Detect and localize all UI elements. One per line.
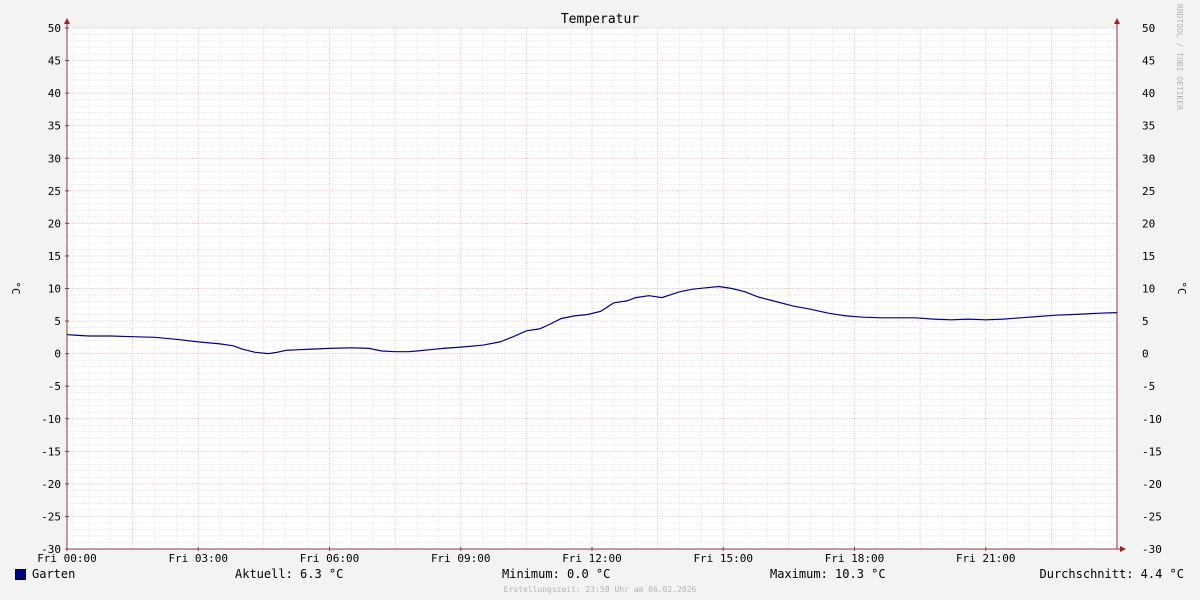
y-tick-label-left: 30 [48, 152, 61, 165]
credit-text: RRDTOOL / TOBI OETIKER [1175, 4, 1184, 110]
legend-durchschnitt: Durchschnitt: 4.4 °C [1039, 567, 1185, 581]
y-tick-label-right: 50 [1142, 22, 1155, 35]
temperature-chart: 50 5045 4540 4035 3530 3025 2520 2015 1510 105 50 0… [9, 12, 1188, 565]
y-tick-label-right: 35 [1142, 120, 1155, 133]
legend-maximum: Maximum: 10.3 °C [770, 567, 886, 581]
x-tick-label: Fri 18:00 [825, 552, 885, 565]
y-tick-label-right: 45 [1142, 55, 1155, 68]
y-tick-label-right: 10 [1142, 283, 1155, 296]
legend-aktuell: Aktuell: 6.3 °C [235, 567, 344, 581]
y-tick-label-right: -20 [1142, 478, 1162, 491]
y-axis-arrow-right [1114, 18, 1120, 24]
x-tick-label: Fri 21:00 [956, 552, 1016, 565]
rrdtool-credit: RRDTOOL / TOBI OETIKER [1175, 4, 1196, 204]
y-tick-label-right: 20 [1142, 217, 1155, 230]
y-tick-label-left: 40 [48, 87, 61, 100]
y-tick-label-left: -10 [41, 413, 61, 426]
y-tick-label-right: -25 [1142, 510, 1162, 523]
y-tick-label-right: 30 [1142, 152, 1155, 165]
x-tick-label: Fri 09:00 [431, 552, 491, 565]
y-tick-label-left: 50 [48, 22, 61, 35]
y-axis-arrow-left [64, 18, 70, 24]
y-tick-label-left: 0 [54, 348, 61, 361]
x-tick-label: Fri 06:00 [300, 552, 360, 565]
x-tick-label: Fri 00:00 [37, 552, 97, 565]
y-tick-label-right: 5 [1142, 315, 1149, 328]
y-tick-label-left: 45 [48, 55, 61, 68]
y-tick-label-right: -30 [1142, 543, 1162, 556]
rrd-graph: 50 50 45 45 40 40 35 35 30 30 25 25 20 20 15 15 10 10 5 5 0 0… [0, 0, 1200, 600]
legend-series: Garten [15, 567, 75, 581]
y-tick-label-left: -25 [41, 510, 61, 523]
grid-layer [66, 27, 1118, 550]
legend-series-label: Garten [32, 567, 76, 581]
y-tick-label-left: 20 [48, 217, 61, 230]
x-tick-label: Fri 15:00 [693, 552, 753, 565]
y-tick-label-right: 25 [1142, 185, 1155, 198]
y-axis-label-right: °C [1175, 281, 1188, 294]
y-axis-label-left: °C [9, 281, 22, 294]
x-tick-label: Fri 03:00 [168, 552, 228, 565]
y-tick-label-left: -5 [48, 380, 61, 393]
y-tick-label-left: 10 [48, 283, 61, 296]
x-tick-label: Fri 12:00 [562, 552, 622, 565]
y-tick-label-left: 25 [48, 185, 61, 198]
y-tick-label-left: -15 [41, 445, 61, 458]
y-tick-label-left: -20 [41, 478, 61, 491]
y-tick-label-right: 40 [1142, 87, 1155, 100]
creation-time: Erstellungszeit: 23:58 Uhr am 06.02.2026 [503, 585, 697, 594]
y-tick-label-right: 0 [1142, 348, 1149, 361]
y-tick-label-right: -5 [1142, 380, 1155, 393]
chart-title: Temperatur [561, 12, 639, 27]
y-tick-label-left: 5 [54, 315, 61, 328]
y-tick-label-right: 15 [1142, 250, 1155, 263]
x-axis-arrow [1120, 546, 1126, 552]
y-tick-label-right: -15 [1142, 445, 1162, 458]
y-tick-label-left: 15 [48, 250, 61, 263]
y-tick-label-left: 35 [48, 120, 61, 133]
legend-minimum: Minimum: 0.0 °C [502, 567, 611, 581]
y-tick-label-right: -10 [1142, 413, 1162, 426]
legend-swatch [15, 569, 26, 580]
